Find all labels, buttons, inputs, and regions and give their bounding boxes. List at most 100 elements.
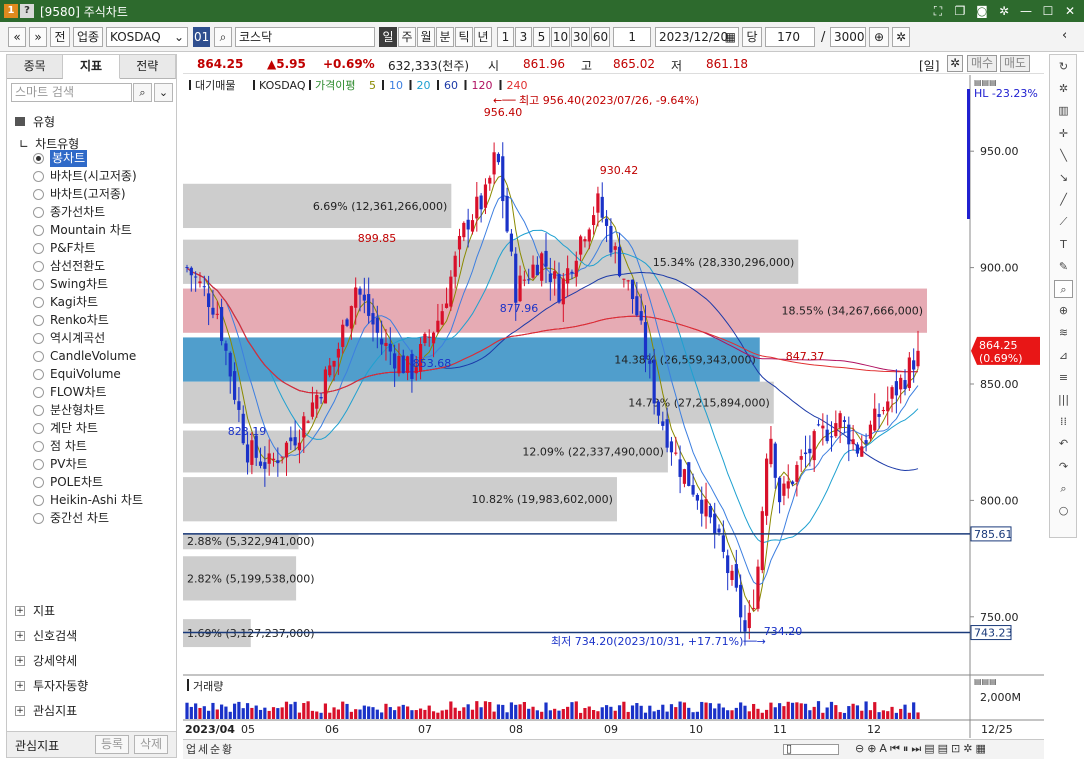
grid-icon[interactable]: ⁞⁞ [1054, 413, 1073, 431]
line-icon[interactable]: ╲ [1054, 147, 1073, 165]
all-button[interactable]: 전 [50, 27, 70, 47]
group-item[interactable]: + 관심지표 [15, 701, 77, 721]
bottom-tab-3[interactable]: 순 [209, 742, 221, 757]
diagonal-icon[interactable]: ╱ [1054, 191, 1073, 209]
crosshair-icon[interactable]: ✛ [1054, 125, 1073, 143]
expand-icon[interactable]: + [15, 631, 25, 641]
chart-type-item[interactable]: CandleVolume [33, 348, 136, 365]
magnifier-icon[interactable]: ⌕ [1054, 280, 1073, 298]
fibo-icon[interactable]: ≋ [1054, 324, 1073, 342]
group-item[interactable]: + 신호검색 [15, 626, 77, 646]
chart-type-item[interactable]: EquiVolume [33, 366, 121, 383]
chart-type-item[interactable]: 삼선전환도 [33, 258, 105, 275]
date-field[interactable]: 2023/12/20 ▦ [655, 27, 739, 47]
calendar-icon[interactable]: ▦ [725, 28, 736, 46]
chart-type-item[interactable]: Renko차트 [33, 312, 109, 329]
chart-type-item[interactable]: 계단 차트 [33, 420, 98, 437]
radio-icon[interactable] [33, 261, 44, 272]
volume-panel-controls[interactable]: ▤▤▤ [974, 677, 997, 686]
bottom-tab-1[interactable]: 업 [185, 742, 197, 757]
next-button[interactable]: » [29, 27, 47, 47]
radio-icon[interactable] [33, 423, 44, 434]
search-icon[interactable]: ⌕ [133, 83, 152, 102]
interval-3-button[interactable]: 3 [515, 27, 532, 47]
delete-button[interactable]: 삭제 [134, 735, 168, 754]
search-icon[interactable]: ⌕ [214, 27, 232, 47]
radio-icon[interactable] [33, 225, 44, 236]
stock-name-field[interactable]: 코스닥 [235, 27, 375, 47]
tab-2[interactable]: 지표 [63, 55, 120, 79]
chevron-down-icon[interactable]: ⌄ [154, 83, 173, 102]
undo-icon[interactable]: ↶ [1054, 435, 1073, 453]
refresh-icon[interactable]: ↻ [1054, 58, 1073, 76]
interval-10-button[interactable]: 10 [551, 27, 570, 47]
chart-type-item[interactable]: 바차트(시고저종) [33, 168, 137, 185]
chart-type-item[interactable]: 바차트(고저종) [33, 186, 126, 203]
zoom-icon[interactable]: ⊕ [869, 27, 889, 47]
radio-icon[interactable] [33, 243, 44, 254]
chart-type-item[interactable]: PV차트 [33, 456, 88, 473]
chart-type-item[interactable]: FLOW차트 [33, 384, 107, 401]
window-number-badge[interactable]: 1 [4, 4, 18, 18]
chart-type-item[interactable]: POLE차트 [33, 474, 103, 491]
period-6-button[interactable]: 년 [474, 27, 492, 47]
bars-icon[interactable]: ||| [1054, 391, 1073, 409]
radio-icon[interactable] [33, 369, 44, 380]
radio-icon[interactable] [33, 297, 44, 308]
link-icon[interactable]: ⛶ [930, 3, 946, 19]
chart-type-item[interactable]: 봉차트 [33, 150, 88, 167]
price-panel-controls[interactable]: ▤▤▤ [974, 78, 997, 87]
period-5-button[interactable]: 틱 [455, 27, 473, 47]
gear-icon[interactable]: ✲ [996, 3, 1012, 19]
text-icon[interactable]: T [1054, 236, 1073, 254]
settings-icon[interactable]: ✲ [892, 27, 910, 47]
indicator-icon[interactable]: ▥ [1054, 102, 1073, 120]
radio-icon[interactable] [33, 351, 44, 362]
smart-search-input[interactable]: 스마트 검색 [11, 83, 132, 102]
expand-icon[interactable]: + [15, 681, 25, 691]
auto-icon[interactable]: ⟋ [1054, 213, 1073, 231]
chart-type-item[interactable]: Kagi차트 [33, 294, 98, 311]
bottom-tab-2[interactable]: 세 [197, 742, 209, 757]
chart-type-item[interactable]: 종가선차트 [33, 204, 105, 221]
count-label[interactable]: 당 [742, 27, 762, 47]
total-field[interactable]: 3000 [830, 27, 866, 47]
paint-icon[interactable]: ✎ [1054, 258, 1073, 276]
sector-button[interactable]: 업종 [73, 27, 103, 47]
chart-type-item[interactable]: P&F차트 [33, 240, 96, 257]
redo-icon[interactable]: ↷ [1054, 458, 1073, 476]
circle-icon[interactable]: ○ [1054, 502, 1073, 520]
scroll-handle[interactable]: ▯ [786, 742, 792, 755]
radio-icon[interactable] [33, 207, 44, 218]
register-button[interactable]: 등록 [95, 735, 129, 754]
group-item[interactable]: + 지표 [15, 601, 55, 621]
radio-icon[interactable] [33, 315, 44, 326]
chart-type-item[interactable]: 점 차트 [33, 438, 87, 455]
collapse-toolbar-icon[interactable]: ‹ [1062, 28, 1067, 43]
period-3-button[interactable]: 월 [417, 27, 435, 47]
radio-icon[interactable] [33, 495, 44, 506]
radio-icon[interactable] [33, 279, 44, 290]
group-item[interactable]: + 투자자동향 [15, 676, 88, 696]
chart-type-item[interactable]: 역시계곡선 [33, 330, 105, 347]
expand-icon[interactable]: + [15, 656, 25, 666]
period-1-button[interactable]: 일 [379, 27, 397, 47]
zoom-controls[interactable]: ⊖⊕A⏮⏸⏭▤▤⊡✲▦ [855, 742, 989, 756]
radio-icon[interactable] [33, 153, 44, 164]
camera-icon[interactable]: ◙ [974, 3, 990, 19]
period-tag[interactable]: [일] [919, 57, 939, 74]
radio-icon[interactable] [33, 477, 44, 488]
interval-60-button[interactable]: 60 [591, 27, 610, 47]
radio-icon[interactable] [33, 387, 44, 398]
price-chart[interactable]: 6.69% (12,361,266,000) 15.34% (28,330,296… [183, 75, 1044, 738]
chart-type-item[interactable]: Swing차트 [33, 276, 108, 293]
market-select[interactable]: KOSDAQ ⌄ [106, 27, 188, 47]
period-4-button[interactable]: 분 [436, 27, 454, 47]
code-button[interactable]: 01 [193, 27, 210, 47]
zoom-in-icon[interactable]: ⊕ [1054, 302, 1073, 320]
search-icon[interactable]: ⌕ [1054, 480, 1073, 498]
count-field[interactable]: 170 [765, 27, 815, 47]
minimize-icon[interactable]: — [1018, 3, 1034, 19]
radio-icon[interactable] [33, 189, 44, 200]
radio-icon[interactable] [33, 459, 44, 470]
